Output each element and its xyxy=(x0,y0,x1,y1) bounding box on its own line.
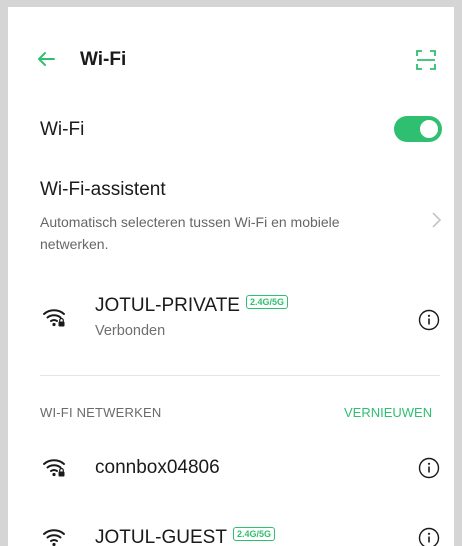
back-button[interactable] xyxy=(34,47,58,71)
network-text: JOTUL-GUEST 2.4G/5G xyxy=(95,527,275,546)
arrow-left-icon xyxy=(38,52,55,66)
wifi-assistant-description-line1: Automatisch selecteren tussen Wi-Fi en m… xyxy=(40,214,340,230)
section-divider xyxy=(40,375,440,376)
page-title: Wi-Fi xyxy=(80,49,127,70)
wifi-toggle-switch[interactable] xyxy=(394,116,442,142)
qr-scan-icon xyxy=(416,50,436,70)
wifi-icon xyxy=(43,529,65,546)
wifi-settings-screen: Wi-Fi Wi-Fi Wi-Fi-assistent Automatisch … xyxy=(8,7,454,546)
toggle-knob xyxy=(420,120,438,138)
band-badge: 2.4G/5G xyxy=(245,295,289,309)
info-icon xyxy=(418,527,440,546)
network-item[interactable]: JOTUL-GUEST 2.4G/5G xyxy=(8,519,454,546)
connection-status: Verbonden xyxy=(95,323,166,339)
band-badge: 2.4G/5G xyxy=(232,527,275,541)
connected-network-row[interactable]: JOTUL-PRIVATE 2.4G/5G Verbonden xyxy=(8,287,454,351)
wifi-assistant-row[interactable]: Wi-Fi-assistent Automatisch selecteren t… xyxy=(8,175,454,259)
wifi-secured-icon xyxy=(43,309,65,327)
chevron-right-icon xyxy=(432,212,442,228)
wifi-toggle-row[interactable]: Wi-Fi xyxy=(8,107,454,151)
wifi-toggle-label: Wi-Fi xyxy=(40,119,85,140)
refresh-button[interactable]: VERNIEUWEN xyxy=(344,405,432,420)
wifi-assistant-title: Wi-Fi-assistent xyxy=(40,179,166,200)
info-icon xyxy=(418,309,440,331)
connected-network-text: JOTUL-PRIVATE 2.4G/5G Verbonden xyxy=(95,295,289,339)
network-info-button[interactable] xyxy=(418,457,440,479)
wifi-secured-icon xyxy=(43,459,65,477)
info-icon xyxy=(418,457,440,479)
network-ssid: connbox04806 xyxy=(95,457,220,478)
scan-button[interactable] xyxy=(415,49,437,71)
connected-network-ssid: JOTUL-PRIVATE xyxy=(95,295,240,316)
network-ssid: JOTUL-GUEST xyxy=(95,527,227,546)
network-info-button[interactable] xyxy=(418,527,440,546)
wifi-assistant-description: Automatisch selecteren tussen Wi-Fi en m… xyxy=(40,211,390,255)
connected-network-info-button[interactable] xyxy=(418,309,440,331)
network-item[interactable]: connbox04806 xyxy=(8,449,454,489)
networks-section-label: WI-FI NETWERKEN xyxy=(40,405,162,420)
wifi-assistant-description-line2: netwerken. xyxy=(40,236,109,252)
